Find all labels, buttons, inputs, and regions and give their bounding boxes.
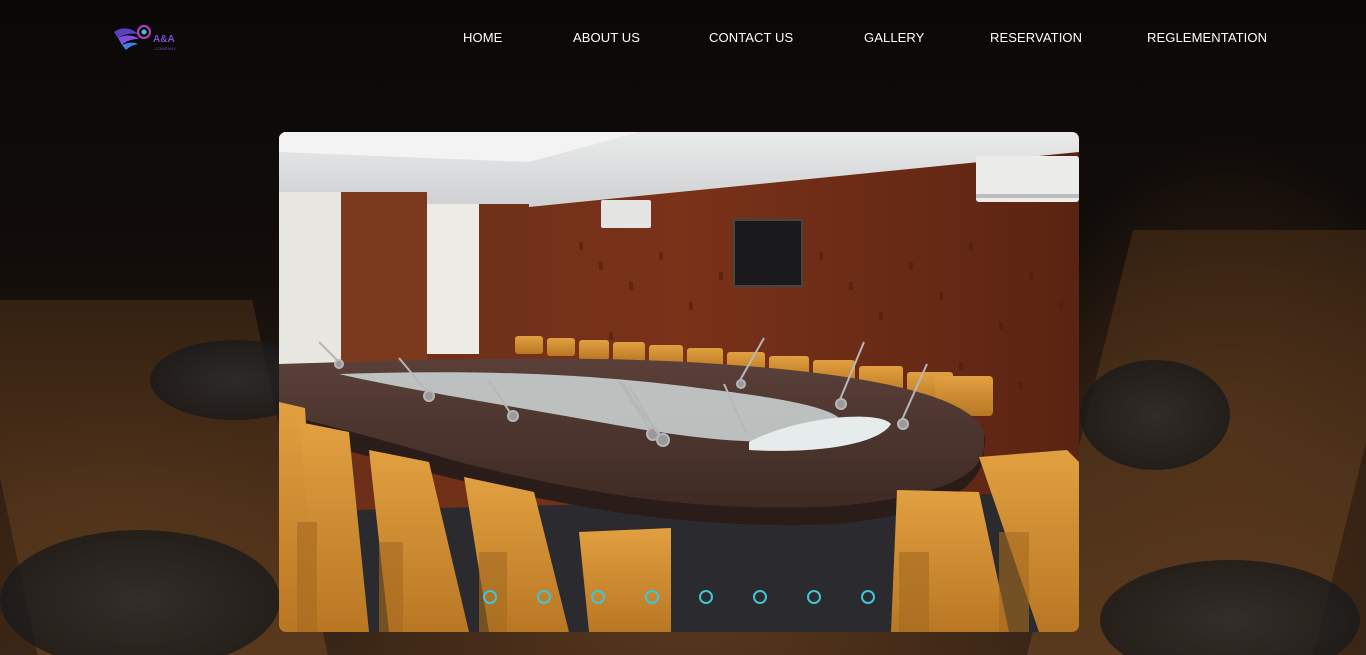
slider-pagination	[279, 590, 1079, 606]
nav-home[interactable]: HOME	[463, 30, 502, 45]
image-slider[interactable]	[279, 132, 1079, 632]
slide-dot-1[interactable]	[483, 590, 497, 604]
nav-reservation[interactable]: RESERVATION	[990, 30, 1082, 45]
nav-contact-us[interactable]: CONTACT US	[709, 30, 793, 45]
slide-dot-5[interactable]	[699, 590, 713, 604]
slide-dot-8[interactable]	[861, 590, 875, 604]
slide-dot-2[interactable]	[537, 590, 551, 604]
background-plate	[1080, 360, 1230, 470]
slide-dot-7[interactable]	[807, 590, 821, 604]
slide-image-conference-room	[279, 132, 1079, 632]
main-nav: HOME ABOUT US CONTACT US GALLERY RESERVA…	[0, 30, 1366, 50]
nav-reglementation[interactable]: REGLEMENTATION	[1147, 30, 1267, 45]
slide-dot-4[interactable]	[645, 590, 659, 604]
slide-dot-6[interactable]	[753, 590, 767, 604]
nav-about-us[interactable]: ABOUT US	[573, 30, 640, 45]
slide-dot-3[interactable]	[591, 590, 605, 604]
page-root: A&A COMPANY HOME ABOUT US CONTACT US GAL…	[0, 0, 1366, 655]
nav-gallery[interactable]: GALLERY	[864, 30, 924, 45]
